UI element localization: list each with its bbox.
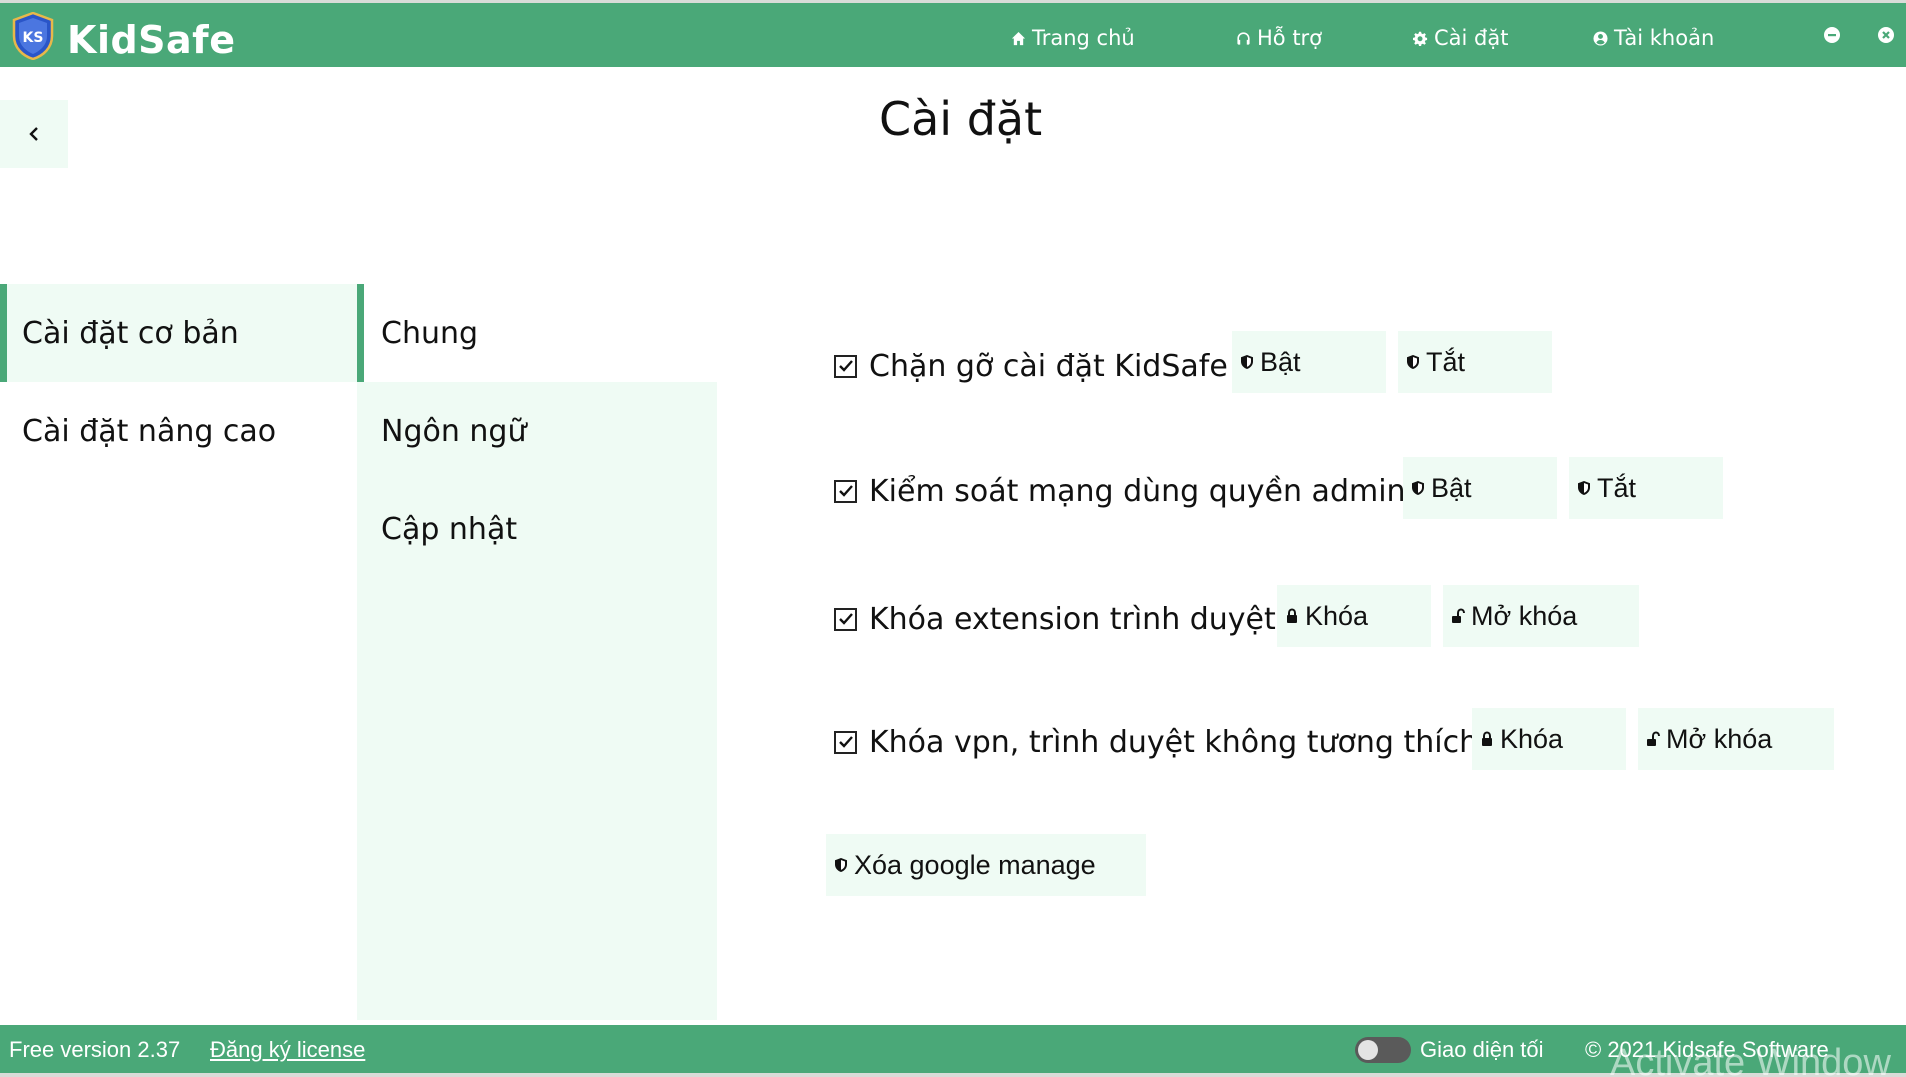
version-text: Free version 2.37 — [9, 1037, 181, 1062]
page-title: Cài đặt — [879, 92, 1043, 146]
close-icon — [1878, 27, 1894, 43]
nav-account[interactable]: Tài khoản — [1593, 23, 1714, 53]
chevron-left-icon — [29, 127, 38, 141]
button-label: Bật — [1431, 472, 1472, 503]
toggle-knob — [1358, 1040, 1378, 1060]
nav-settings-label: Cài đặt — [1434, 26, 1509, 50]
setting-vpn-browser: Khóa vpn, trình duyệt không tương thích — [834, 722, 1478, 762]
logo-text: KS — [23, 30, 44, 46]
nav-home-label: Trang chủ — [1032, 26, 1135, 50]
close-button[interactable] — [1876, 25, 1896, 45]
shield-icon — [1578, 481, 1590, 495]
back-button[interactable] — [0, 100, 68, 168]
minimize-button[interactable] — [1822, 25, 1842, 45]
menu-item-advanced-settings[interactable]: Cài đặt nâng cao — [0, 382, 357, 480]
unlock-icon — [1647, 731, 1660, 746]
dark-mode-toggle[interactable] — [1355, 1037, 1411, 1063]
nav-settings[interactable]: Cài đặt — [1413, 23, 1508, 53]
setting-network-admin: Kiểm soát mạng dùng quyền admin — [834, 471, 1406, 511]
kidsafe-logo-icon: KS — [12, 12, 54, 60]
enable-network-admin-button[interactable]: Bật — [1403, 457, 1557, 519]
checkmark-icon — [838, 736, 853, 748]
disable-network-admin-button[interactable]: Tắt — [1569, 457, 1723, 519]
submenu-item-language[interactable]: Ngôn ngữ — [357, 382, 717, 480]
unlock-icon — [1452, 608, 1465, 623]
shield-icon — [835, 858, 847, 872]
unlock-vpn-button[interactable]: Mở khóa — [1638, 708, 1834, 770]
setting-checkbox[interactable] — [834, 354, 857, 378]
checkmark-icon — [838, 485, 853, 497]
lock-vpn-button[interactable]: Khóa — [1472, 708, 1626, 770]
setting-label: Chặn gỡ cài đặt KidSafe — [869, 348, 1228, 384]
button-label: Khóa — [1305, 600, 1369, 631]
submenu-item-update[interactable]: Cập nhật — [357, 480, 717, 578]
clear-google-manage-button[interactable]: Xóa google manage — [826, 834, 1146, 896]
button-label: Mở khóa — [1666, 723, 1773, 754]
setting-checkbox[interactable] — [834, 730, 857, 754]
button-label: Khóa — [1500, 723, 1564, 754]
menu-item-label: Cài đặt nâng cao — [22, 413, 277, 449]
button-label: Mở khóa — [1471, 600, 1578, 631]
shield-icon — [1407, 355, 1419, 369]
setting-label: Khóa extension trình duyệt — [869, 601, 1276, 637]
button-label: Bật — [1260, 346, 1301, 377]
nav-support-label: Hỗ trợ — [1257, 26, 1323, 50]
nav-account-label: Tài khoản — [1614, 26, 1715, 50]
nav-home[interactable]: Trang chủ — [1011, 23, 1135, 53]
shield-icon — [1241, 355, 1253, 369]
footer-bar: Free version 2.37 Đăng ký license Giao d… — [0, 1025, 1906, 1073]
submenu-item-label: Ngôn ngữ — [381, 413, 527, 449]
lock-icon — [1482, 731, 1492, 746]
setting-label: Khóa vpn, trình duyệt không tương thích — [869, 724, 1479, 760]
window-bottom-border — [0, 1073, 1906, 1077]
shield-icon — [1412, 481, 1424, 495]
dark-mode-label: Giao diện tối — [1420, 1037, 1544, 1062]
register-license-link[interactable]: Đăng ký license — [210, 1037, 365, 1063]
setting-checkbox[interactable] — [834, 479, 857, 503]
app-name: KidSafe — [67, 18, 236, 62]
lock-icon — [1287, 608, 1297, 623]
copyright-text: © 2021 Kidsafe Software — [1585, 1037, 1829, 1062]
button-label: Xóa google manage — [854, 849, 1096, 880]
submenu-item-general[interactable]: Chung — [357, 284, 717, 382]
headphones-icon — [1237, 31, 1250, 45]
enable-block-uninstall-button[interactable]: Bật — [1232, 331, 1386, 393]
disable-block-uninstall-button[interactable]: Tắt — [1398, 331, 1552, 393]
gear-icon — [1413, 31, 1428, 46]
unlock-extension-button[interactable]: Mở khóa — [1443, 585, 1639, 647]
setting-label: Kiểm soát mạng dùng quyền admin — [869, 473, 1406, 509]
home-icon — [1011, 31, 1026, 45]
menu-item-label: Cài đặt cơ bản — [22, 315, 239, 351]
submenu-item-label: Chung — [381, 315, 479, 351]
kidsafe-app-window: KS KidSafe Trang chủ Hỗ trợ Cài đặt Tài … — [0, 0, 1906, 1077]
checkmark-icon — [838, 613, 853, 625]
submenu-item-label: Cập nhật — [381, 511, 518, 547]
user-circle-icon — [1593, 30, 1608, 46]
button-label: Tắt — [1426, 346, 1466, 377]
minimize-icon — [1824, 27, 1840, 43]
nav-support[interactable]: Hỗ trợ — [1236, 23, 1322, 53]
setting-browser-extension: Khóa extension trình duyệt — [834, 599, 1276, 639]
header-bar: KS KidSafe Trang chủ Hỗ trợ Cài đặt Tài … — [0, 3, 1906, 67]
lock-extension-button[interactable]: Khóa — [1277, 585, 1431, 647]
setting-block-uninstall: Chặn gỡ cài đặt KidSafe — [834, 346, 1228, 386]
setting-checkbox[interactable] — [834, 607, 857, 631]
button-label: Tắt — [1597, 472, 1637, 503]
checkmark-icon — [838, 360, 853, 372]
menu-item-basic-settings[interactable]: Cài đặt cơ bản — [0, 284, 357, 382]
